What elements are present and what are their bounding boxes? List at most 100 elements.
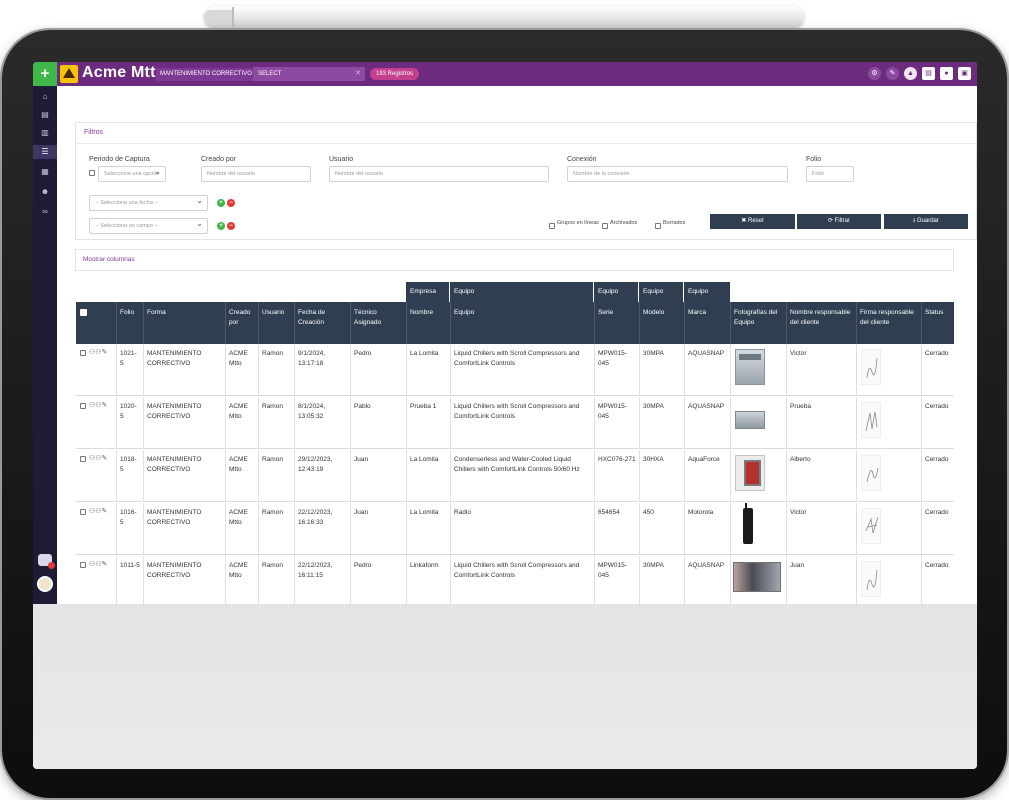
grupos-checkbox[interactable] [549,223,555,229]
campo-select[interactable]: -- Selecciona un campo -- [89,218,208,234]
creado-input[interactable]: Nombre del usuario [201,166,311,182]
alert-icon[interactable]: ▲ [904,67,917,80]
conexion-input[interactable]: Nombre de la conexión [567,166,788,182]
select-all-checkbox[interactable] [80,309,87,316]
signature-image[interactable] [861,349,881,385]
cell-folio: 1020-5 [116,397,143,449]
user-icon[interactable]: ● [940,67,953,80]
column-header[interactable]: Equipo [450,302,594,344]
equipment-photo[interactable] [735,349,765,385]
add-date-icon[interactable]: + [217,199,225,207]
column-header[interactable]: Usuario [258,302,294,344]
book-icon[interactable]: ▥ [33,126,57,140]
fecha-select[interactable]: -- Selecciona una fecha -- [89,195,208,211]
borrados-label: Borrados [663,220,686,226]
periodo-select[interactable]: Seleccione una opción [98,166,166,182]
row-checkbox[interactable] [80,456,86,462]
edit-icon[interactable]: ✎ [886,67,899,80]
row-checkbox[interactable] [80,509,86,515]
column-header[interactable]: Firma responsable del cliente [856,302,921,344]
usuario-input[interactable]: Nombre del usuario [329,166,549,182]
document-icon[interactable]: ▤ [922,67,935,80]
cell-marca: Motorola [684,503,730,555]
periodo-label: Periodo de Captura [89,156,150,163]
remove-date-icon[interactable]: − [227,199,235,207]
column-header[interactable]: Modelo [639,302,684,344]
add-icon[interactable]: + [33,62,57,86]
reset-button[interactable]: ✖ Reset [710,214,795,229]
row-actions-icon[interactable]: ⚇⚇✎ [89,401,107,409]
stylus-tip [204,10,234,24]
equipment-photo[interactable] [743,503,753,544]
clear-icon[interactable]: ✕ [355,67,361,81]
avatar[interactable] [37,576,53,592]
screen-background [33,604,977,769]
cell-photo [730,450,786,502]
equipment-photo[interactable] [735,411,765,429]
cell-fecha: 29/12/2023, 12:43:19 [294,450,350,502]
column-header[interactable]: Técnico Asignado [350,302,406,344]
filter-button[interactable]: ⟳ Filtrar [797,214,881,229]
column-header[interactable]: Fotografías del Equipo [730,302,786,344]
cell-forma: MANTENIMIENTO CORRECTIVO [143,556,225,604]
cell-serie: MPW015-045 [594,556,639,604]
column-header[interactable]: Folio [116,302,143,344]
remove-field-icon[interactable]: − [227,222,235,230]
column-header[interactable]: Nombre [406,302,450,344]
table-row[interactable]: ⚇⚇✎ 1018-5 MANTENIMIENTO CORRECTIVO ACME… [76,450,954,502]
cell-signature [856,556,921,604]
folio-input[interactable]: Folio [806,166,854,182]
calendar-icon[interactable]: ▣ [958,67,971,80]
table-row[interactable]: ⚇⚇✎ 1016-5 MANTENIMIENTO CORRECTIVO ACME… [76,503,954,555]
row-checkbox[interactable] [80,350,86,356]
cell-modelo: 30MPA [639,397,684,449]
module-selector[interactable]: MANTENIMIENTO CORRECTIVO [156,68,256,81]
notifications-icon[interactable] [38,554,55,569]
signature-image[interactable] [861,402,881,438]
column-header[interactable]: Nombre responsable del cliente [786,302,856,344]
show-columns-panel[interactable]: Mostrar columnas [75,249,954,271]
file-icon[interactable]: ▤ [33,108,57,122]
signature-image[interactable] [861,561,881,597]
cell-empresa: Prueba 1 [406,397,450,449]
home-icon[interactable]: ⌂ [33,90,57,104]
column-header[interactable]: Serie [594,302,639,344]
form-select[interactable]: SELECT ✕ [253,67,365,81]
app-window: + Acme Mtto MANTENIMIENTO CORRECTIVO SEL… [33,62,977,604]
list-icon[interactable]: ☰ [33,145,57,159]
signature-image[interactable] [861,508,881,544]
table-row[interactable]: ⚇⚇✎ 1011-5 MANTENIMIENTO CORRECTIVO ACME… [76,556,954,604]
archivados-checkbox[interactable] [602,223,608,229]
cell-equipo: Liquid Chillers with Scroll Compressors … [450,344,594,396]
equipment-photo[interactable] [733,562,781,592]
acme-logo [60,65,78,83]
users-icon[interactable]: ☻ [33,185,57,199]
periodo-checkbox[interactable] [89,170,95,176]
equipment-photo[interactable] [735,455,765,491]
save-button[interactable]: ⭳ Guardar [884,214,968,229]
column-header[interactable]: Fecha de Creación [294,302,350,344]
column-header[interactable]: Status [921,302,954,344]
add-field-icon[interactable]: + [217,222,225,230]
cell-responsable: Victor [786,344,856,396]
row-checkbox[interactable] [80,403,86,409]
link-icon[interactable]: ∞ [33,205,57,219]
cell-status: Cerrado [921,450,954,502]
column-header[interactable]: Marca [684,302,730,344]
settings-icon[interactable]: ⚙ [868,67,881,80]
signature-image[interactable] [861,455,881,491]
table-row[interactable]: ⚇⚇✎ 1021-5 MANTENIMIENTO CORRECTIVO ACME… [76,344,954,396]
borrados-checkbox[interactable] [655,223,661,229]
column-header[interactable]: Creado por [225,302,258,344]
cell-empresa: La Lomita [406,450,450,502]
chart-icon[interactable]: ▦ [33,165,57,179]
table-row[interactable]: ⚇⚇✎ 1020-5 MANTENIMIENTO CORRECTIVO ACME… [76,397,954,449]
cell-forma: MANTENIMIENTO CORRECTIVO [143,450,225,502]
cell-signature [856,344,921,396]
row-actions-icon[interactable]: ⚇⚇✎ [89,348,107,356]
row-actions-icon[interactable]: ⚇⚇✎ [89,507,107,515]
column-header[interactable]: Forma [143,302,225,344]
row-actions-icon[interactable]: ⚇⚇✎ [89,560,107,568]
row-checkbox[interactable] [80,562,86,568]
row-actions-icon[interactable]: ⚇⚇✎ [89,454,107,462]
